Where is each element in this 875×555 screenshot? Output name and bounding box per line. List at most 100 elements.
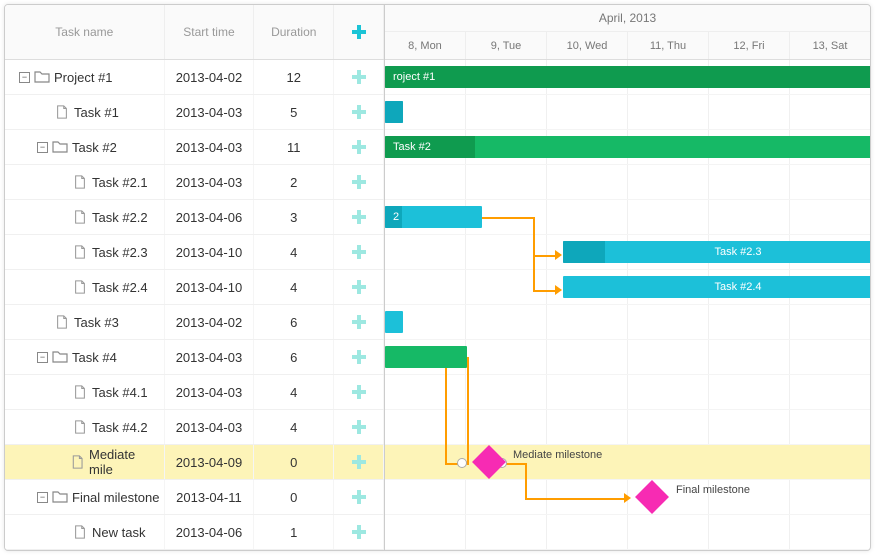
duration-cell: 3 [254,200,334,234]
task-name-cell: Task #2.3 [5,235,165,269]
gantt-bar[interactable]: Task #2 [385,136,870,158]
collapse-icon[interactable]: − [37,352,48,363]
timeline-day-header[interactable]: 9, Tue [466,32,547,59]
plus-icon [351,69,367,85]
table-row[interactable]: −Final milestone2013-04-110 [5,480,384,515]
timeline-body[interactable]: roject #1Task #22Task #2.3Task #2.4Media… [385,60,870,550]
table-row[interactable]: Task #12013-04-035 [5,95,384,130]
table-row[interactable]: Task #2.22013-04-063 [5,200,384,235]
task-name-label: Task #2.2 [92,210,148,225]
header-duration[interactable]: Duration [254,5,334,59]
add-cell[interactable] [334,270,384,304]
dependency-link [533,290,555,292]
plus-icon [351,524,367,540]
dependency-arrow [624,493,631,503]
dependency-link [533,217,535,257]
table-row[interactable]: −Project #12013-04-0212 [5,60,384,95]
task-name-cell: Task #2.1 [5,165,165,199]
header-add[interactable] [334,5,384,59]
task-name-label: Task #4.1 [92,385,148,400]
add-cell[interactable] [334,340,384,374]
task-name-label: Task #2.3 [92,245,148,260]
add-cell[interactable] [334,410,384,444]
timeline-day-header[interactable]: 13, Sat [790,32,870,59]
table-row[interactable]: Task #32013-04-026 [5,305,384,340]
plus-icon [351,209,367,225]
gantt-bar[interactable] [385,346,467,368]
table-row[interactable]: −Task #42013-04-036 [5,340,384,375]
table-row[interactable]: New task2013-04-061 [5,515,384,550]
header-task-name[interactable]: Task name [5,5,165,59]
timeline-day-header[interactable]: 8, Mon [385,32,466,59]
duration-cell: 12 [254,60,334,94]
task-name-cell: Task #2.4 [5,270,165,304]
timeline-row [385,95,870,130]
collapse-icon[interactable]: − [19,72,30,83]
gantt-bar[interactable] [385,311,403,333]
task-name-label: Task #2.1 [92,175,148,190]
timeline-day-header[interactable]: 12, Fri [709,32,790,59]
dependency-link [525,498,625,500]
add-cell[interactable] [334,305,384,339]
task-name-cell: Task #2.2 [5,200,165,234]
duration-cell: 4 [254,235,334,269]
gantt-bar[interactable]: 2 [385,206,482,228]
task-name-cell: Task #4.1 [5,375,165,409]
task-name-label: New task [92,525,145,540]
gantt-bar[interactable]: roject #1 [385,66,870,88]
bar-label: Task #2.3 [714,246,761,258]
grid-body: −Project #12013-04-0212Task #12013-04-03… [5,60,384,550]
grid-header: Task name Start time Duration [5,5,384,60]
duration-cell: 4 [254,410,334,444]
file-icon [72,280,88,294]
table-row[interactable]: Task #2.42013-04-104 [5,270,384,305]
table-row[interactable]: −Task #22013-04-0311 [5,130,384,165]
milestone-label: Final milestone [676,484,750,496]
collapse-icon[interactable]: − [37,142,48,153]
timeline-day-header[interactable]: 11, Thu [628,32,709,59]
dependency-link [533,255,555,257]
add-cell[interactable] [334,515,384,549]
add-cell[interactable] [334,130,384,164]
add-cell[interactable] [334,95,384,129]
file-icon [72,245,88,259]
start-time-cell: 2013-04-06 [165,515,255,549]
table-row[interactable]: Task #4.22013-04-034 [5,410,384,445]
plus-icon [351,24,367,40]
add-cell[interactable] [334,200,384,234]
task-name-cell: Task #4.2 [5,410,165,444]
add-cell[interactable] [334,165,384,199]
task-name-cell: −Task #4 [5,340,165,374]
header-start-time[interactable]: Start time [165,5,255,59]
gantt-bar[interactable]: Task #2.4 [563,276,870,298]
table-row[interactable]: Task #2.12013-04-032 [5,165,384,200]
task-name-label: Task #1 [74,105,119,120]
gantt-bar[interactable] [385,101,403,123]
add-cell[interactable] [334,445,384,479]
file-icon [72,210,88,224]
start-time-cell: 2013-04-09 [165,445,255,479]
table-row[interactable]: Task #4.12013-04-034 [5,375,384,410]
timeline-day-header[interactable]: 10, Wed [547,32,628,59]
folder-icon [52,140,68,154]
plus-icon [351,279,367,295]
link-handle[interactable] [457,458,467,468]
dependency-link [482,217,535,219]
add-cell[interactable] [334,480,384,514]
table-row[interactable]: Task #2.32013-04-104 [5,235,384,270]
task-name-label: Task #4.2 [92,420,148,435]
start-time-cell: 2013-04-02 [165,305,255,339]
timeline-row [385,305,870,340]
table-row[interactable]: Mediate mile2013-04-090 [5,445,384,480]
add-cell[interactable] [334,60,384,94]
plus-icon [351,314,367,330]
file-icon [54,315,70,329]
duration-cell: 5 [254,95,334,129]
dependency-link [467,357,469,465]
add-cell[interactable] [334,235,384,269]
gantt-bar[interactable]: Task #2.3 [563,241,870,263]
add-cell[interactable] [334,375,384,409]
file-icon [72,525,88,539]
collapse-icon[interactable]: − [37,492,48,503]
task-name-label: Task #3 [74,315,119,330]
